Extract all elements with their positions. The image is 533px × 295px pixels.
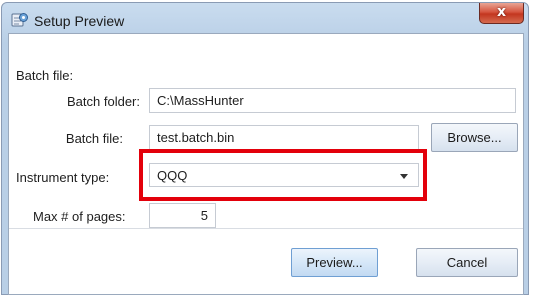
- batch-file-label: Batch file:: [65, 131, 123, 146]
- max-pages-label: Max # of pages:: [33, 209, 126, 224]
- close-button[interactable]: x: [479, 3, 524, 24]
- close-icon: x: [496, 4, 507, 20]
- browse-button[interactable]: Browse...: [431, 123, 518, 152]
- batch-file-field[interactable]: test.batch.bin: [149, 125, 419, 150]
- max-pages-field[interactable]: 5: [149, 203, 216, 228]
- batch-folder-field[interactable]: C:\MassHunter: [149, 88, 516, 113]
- instrument-type-label: Instrument type:: [16, 170, 110, 185]
- batch-file-section-label: Batch file:: [16, 68, 74, 83]
- title-bar[interactable]: Setup Preview x: [2, 3, 528, 36]
- cancel-button[interactable]: Cancel: [416, 248, 518, 277]
- batch-folder-label: Batch folder:: [67, 94, 140, 109]
- footer-separator: [9, 228, 523, 229]
- window-title: Setup Preview: [34, 13, 125, 29]
- instrument-type-highlight: [139, 149, 427, 201]
- preview-button[interactable]: Preview...: [291, 248, 378, 277]
- setup-preview-app-icon: [11, 11, 29, 29]
